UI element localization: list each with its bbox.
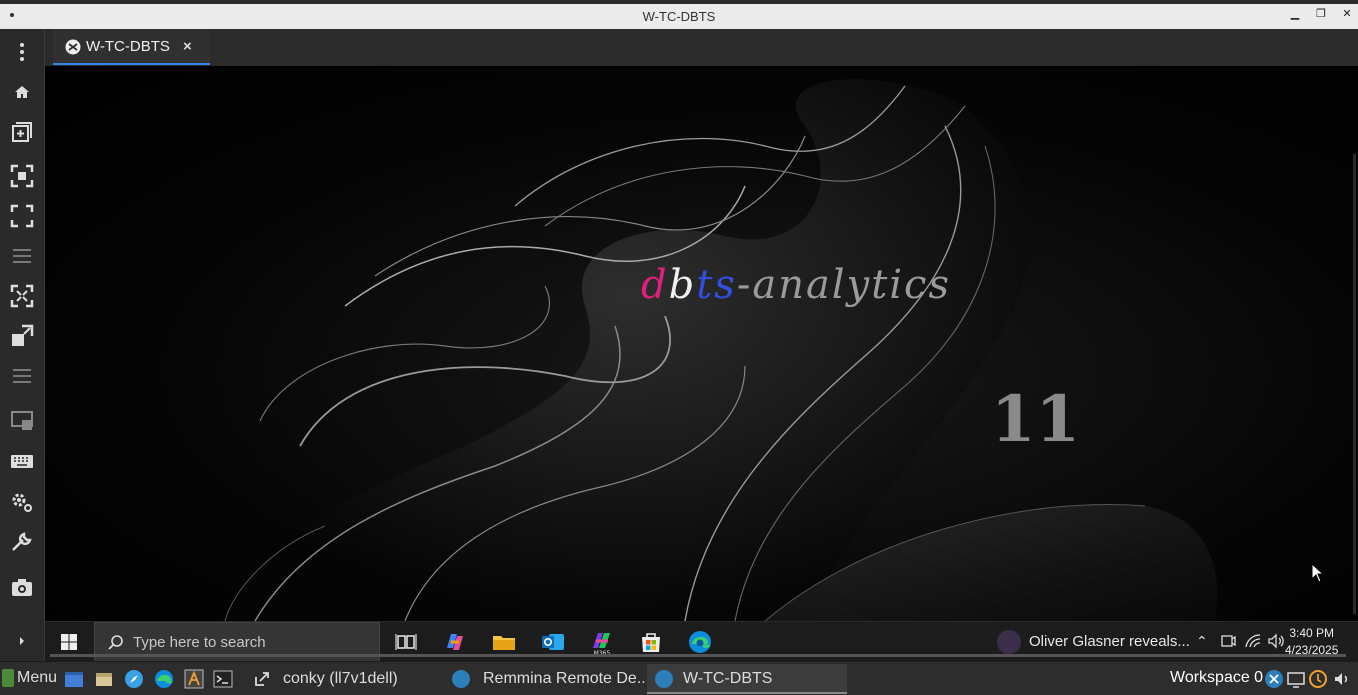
file-explorer-icon[interactable] [490, 628, 518, 656]
close-icon[interactable]: ✕ [1337, 7, 1357, 25]
news-avatar-icon [997, 630, 1021, 654]
display-icon[interactable] [1286, 669, 1306, 689]
window-title: W-TC-DBTS [642, 9, 716, 24]
scale-icon[interactable] [10, 324, 34, 348]
panel-task-label: conky (ll7v1dell) [283, 670, 398, 687]
panel-task-conky[interactable]: conky (ll7v1dell) [250, 664, 440, 694]
edge-linux-icon[interactable] [154, 669, 174, 689]
terminal-icon[interactable] [213, 669, 233, 689]
screenshot-icon[interactable] [10, 575, 34, 599]
show-desktop-icon[interactable] [64, 669, 84, 689]
chevron-up-icon[interactable]: ⌃ [1196, 633, 1208, 650]
window-titlebar: W-TC-DBTS ▁ ❐ ✕ [0, 0, 1358, 29]
tools-icon[interactable] [10, 530, 34, 554]
remmina-tray-icon[interactable] [1264, 669, 1284, 689]
network-icon[interactable] [1244, 633, 1262, 652]
tab-label: W-TC-DBTS [86, 38, 170, 55]
preferences-icon[interactable] [10, 490, 34, 514]
tab-close-icon[interactable]: × [183, 38, 192, 55]
new-connection-icon[interactable] [10, 120, 34, 144]
remmina-icon [452, 670, 470, 688]
mouse-cursor-icon [1311, 562, 1325, 588]
clock-time: 3:40 PM [1289, 626, 1335, 640]
panel-task-remmina[interactable]: Remmina Remote De... [444, 664, 650, 694]
menu-logo-icon[interactable] [2, 669, 14, 687]
menu-lines-icon [10, 244, 34, 268]
kebab-menu-icon[interactable] [10, 40, 34, 64]
microsoft-store-icon[interactable] [637, 628, 665, 656]
wallpaper-bloom-image [224, 79, 1218, 621]
horizontal-scrollbar[interactable] [50, 654, 1346, 657]
outlook-icon[interactable] [539, 628, 567, 656]
workspace-switcher[interactable]: Workspace 0 [1170, 669, 1263, 687]
browser-icon[interactable] [124, 669, 144, 689]
volume-icon[interactable] [1267, 633, 1285, 652]
keyboard-icon[interactable] [10, 449, 34, 473]
copilot-icon[interactable] [441, 628, 469, 656]
text-editor-icon[interactable] [184, 669, 204, 689]
remote-desktop-view[interactable]: dbts-analytics 11 [45, 66, 1358, 621]
menu-button[interactable]: Menu [17, 669, 57, 687]
home-icon[interactable] [10, 80, 34, 104]
edge-icon[interactable] [686, 628, 714, 656]
tab-strip: W-TC-DBTS × [45, 29, 1358, 67]
panel-task-w-tc-dbts[interactable]: W-TC-DBTS [647, 664, 847, 694]
panel-task-label: Remmina Remote De... [483, 670, 651, 687]
panel-task-label: W-TC-DBTS [683, 670, 773, 687]
vertical-scrollbar[interactable] [1353, 154, 1356, 614]
windows-start-icon[interactable] [61, 634, 77, 650]
fit-window-icon[interactable] [10, 164, 34, 188]
rdp-connection-icon [65, 39, 81, 55]
multi-monitor-icon[interactable] [10, 409, 34, 433]
task-view-icon[interactable] [392, 628, 420, 656]
menu-lines-icon [10, 364, 34, 388]
search-placeholder: Type here to search [133, 634, 266, 651]
dynamic-resolution-icon[interactable] [10, 284, 34, 308]
minimize-icon[interactable]: ▁ [1285, 7, 1305, 25]
meet-now-icon[interactable] [1220, 633, 1236, 652]
remmina-toolbar [0, 29, 45, 661]
fullscreen-icon[interactable] [10, 204, 34, 228]
sound-icon[interactable] [1332, 669, 1352, 689]
linux-panel: Menu conky (ll7v1dell) Remmina Remote De… [0, 661, 1358, 695]
expand-toolbar-icon[interactable] [10, 629, 34, 653]
update-manager-icon[interactable] [1308, 669, 1328, 689]
tab-w-tc-dbts[interactable]: W-TC-DBTS × [53, 29, 210, 65]
windows-11-badge: 11 [991, 382, 1081, 457]
maximize-icon[interactable]: ❐ [1311, 7, 1331, 25]
news-headline: Oliver Glasner reveals... [1029, 633, 1190, 650]
m365-icon[interactable]: M365 [588, 628, 616, 657]
remmina-icon [655, 670, 673, 688]
files-icon[interactable] [94, 669, 114, 689]
dbts-analytics-logo: dbts-analytics [641, 262, 951, 308]
